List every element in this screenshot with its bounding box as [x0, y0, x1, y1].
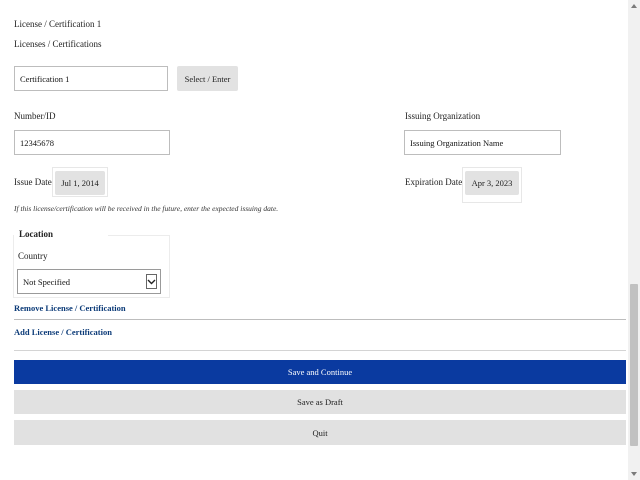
issue-date-label: Issue Date: [14, 177, 52, 187]
remove-license-link[interactable]: Remove License / Certification: [14, 303, 126, 313]
issuing-org-label: Issuing Organization: [405, 111, 481, 121]
chevron-down-icon[interactable]: [146, 274, 157, 289]
country-select[interactable]: Not Specified: [17, 269, 161, 294]
country-value: Not Specified: [23, 276, 70, 287]
issue-date-picker[interactable]: Jul 1, 2014: [52, 167, 108, 197]
number-id-input[interactable]: 12345678: [14, 130, 170, 155]
scrollbar-thumb[interactable]: [630, 284, 638, 446]
expiration-date-picker[interactable]: Apr 3, 2023: [462, 167, 522, 203]
certification-input[interactable]: Certification 1: [14, 66, 168, 91]
add-license-link[interactable]: Add License / Certification: [14, 327, 112, 337]
quit-button[interactable]: Quit: [14, 420, 626, 445]
issue-date-value[interactable]: Jul 1, 2014: [55, 171, 105, 195]
expiration-date-value[interactable]: Apr 3, 2023: [465, 171, 519, 195]
license-heading: License / Certification 1: [14, 19, 102, 29]
divider-1: [14, 319, 626, 320]
scroll-down-arrow-icon[interactable]: [631, 472, 637, 476]
scroll-up-arrow-icon[interactable]: [631, 4, 637, 8]
save-continue-button[interactable]: Save and Continue: [14, 360, 626, 384]
expiration-date-label: Expiration Date: [405, 177, 463, 187]
certification-value: Certification 1: [20, 73, 70, 84]
location-fieldset-top-border: [108, 235, 170, 236]
save-draft-button[interactable]: Save as Draft: [14, 390, 626, 414]
select-enter-button[interactable]: Select / Enter: [177, 66, 238, 91]
vertical-scrollbar[interactable]: [628, 0, 640, 480]
future-date-note: If this license/certification will be re…: [14, 204, 279, 213]
licenses-label: Licenses / Certifications: [14, 39, 102, 49]
issuing-org-input[interactable]: Issuing Organization Name: [404, 130, 561, 155]
number-id-value: 12345678: [20, 137, 54, 148]
issuing-org-value: Issuing Organization Name: [410, 137, 504, 148]
location-legend: Location: [19, 229, 56, 239]
divider-2: [14, 350, 626, 351]
number-id-label: Number/ID: [14, 111, 56, 121]
country-label: Country: [18, 251, 48, 261]
